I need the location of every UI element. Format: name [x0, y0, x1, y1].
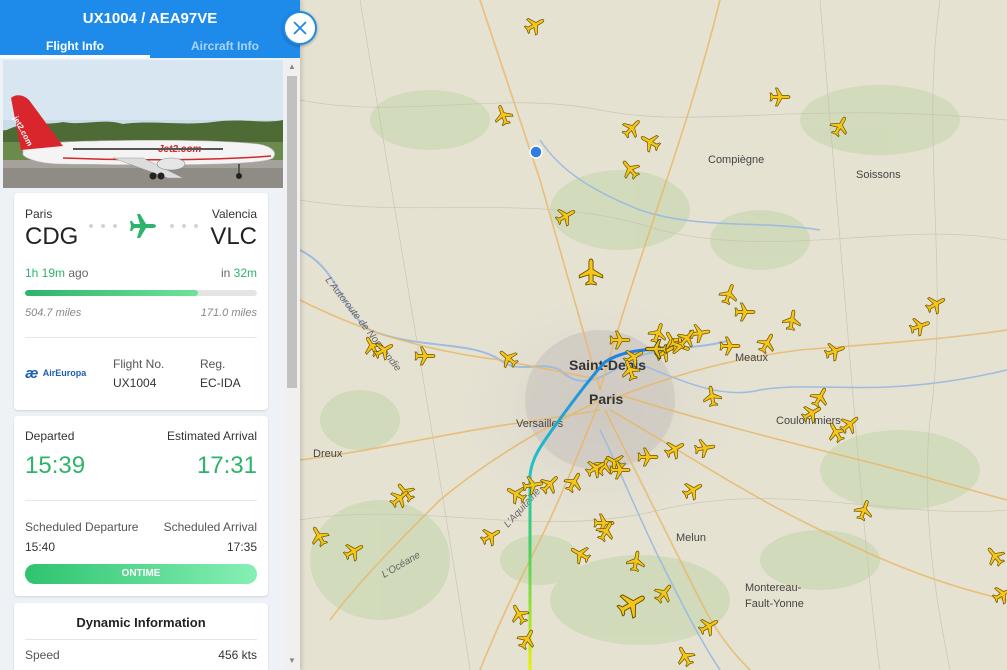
flight-info-panel: UX1004 / AEA97VE Flight Info Aircraft In…: [0, 0, 300, 670]
departed-label: Departed: [25, 429, 75, 443]
flight-progress-fill: [25, 290, 199, 296]
place-fault-yonne: Fault-Yonne: [745, 598, 804, 610]
speed-value: 456 kts: [218, 648, 257, 662]
estimated-arrival-time: 17:31: [196, 452, 257, 479]
close-icon: [293, 21, 307, 35]
panel-scrollbar[interactable]: ▲ ▼: [284, 58, 300, 670]
scheduled-arrival-label: Scheduled Arrival: [163, 520, 257, 534]
registration-label: Reg.: [200, 357, 226, 371]
flight-no-value: UX1004: [113, 376, 157, 390]
estimated-arrival-label: Estimated Arrival: [166, 429, 257, 443]
scheduled-departure-time: 15:40: [25, 540, 56, 554]
flight-no-label: Flight No.: [113, 357, 165, 371]
place-paris: Paris: [589, 391, 623, 407]
times-card: Departed Estimated Arrival 15:39 17:31 S…: [14, 416, 268, 596]
dynamic-info-card: Dynamic Information Speed 456 kts: [14, 603, 268, 670]
dynamic-info-title: Dynamic Information: [76, 615, 206, 630]
panel-tabs: Flight Info Aircraft Info: [0, 36, 300, 58]
place-compiegne: Compiègne: [708, 154, 764, 166]
origin-code[interactable]: CDG: [25, 223, 78, 251]
tab-flight-info[interactable]: Flight Info: [0, 36, 150, 58]
aircraft-photo: jet2.com Jet2.com: [3, 60, 283, 188]
distance-remaining: 171.0 miles: [200, 307, 257, 319]
route-plane-icon: [89, 214, 198, 238]
route-card: Paris Valencia CDG VLC 1h 19m ago in 32m…: [14, 193, 268, 410]
airline-name: AirEuropa: [42, 368, 87, 378]
destination-city: Valencia: [211, 207, 257, 221]
divider: [25, 500, 257, 501]
panel-scroll-area[interactable]: jet2.com Jet2.com ▲ ▼: [0, 58, 300, 670]
airport-marker-icon[interactable]: [529, 145, 543, 159]
flight-title: UX1004 / AEA97VE: [82, 10, 218, 27]
panel-header: UX1004 / AEA97VE Flight Info Aircraft In…: [0, 0, 300, 58]
place-soissons: Soissons: [856, 169, 901, 181]
departed-time: 15:39: [25, 452, 86, 479]
tab-aircraft-info[interactable]: Aircraft Info: [150, 36, 300, 58]
airline-logo-mark: æ: [25, 365, 39, 382]
flight-progress-bar: [25, 290, 257, 296]
status-badge: ONTIME: [25, 564, 257, 584]
place-dreux: Dreux: [313, 448, 343, 460]
scheduled-arrival-time: 17:35: [226, 540, 257, 554]
airline-logo: æ AirEuropa: [25, 365, 95, 382]
scroll-thumb[interactable]: [287, 76, 297, 388]
scroll-up-icon[interactable]: ▲: [288, 62, 296, 71]
distance-flown: 504.7 miles: [25, 307, 82, 319]
speed-label: Speed: [25, 648, 60, 662]
destination-code[interactable]: VLC: [210, 223, 257, 251]
divider: [25, 639, 257, 640]
place-melun: Melun: [676, 532, 706, 544]
place-montereau: Montereau-: [745, 582, 802, 594]
scheduled-departure-label: Scheduled Departure: [25, 520, 139, 534]
origin-city: Paris: [25, 207, 53, 221]
scroll-down-icon[interactable]: ▼: [288, 656, 296, 665]
divider: [25, 337, 257, 338]
close-panel-button[interactable]: [283, 11, 317, 45]
place-meaux: Meaux: [735, 352, 769, 364]
remaining-time: in 32m: [220, 266, 257, 280]
registration-value[interactable]: EC-IDA: [200, 376, 241, 390]
elapsed-time: 1h 19m ago: [25, 266, 89, 280]
